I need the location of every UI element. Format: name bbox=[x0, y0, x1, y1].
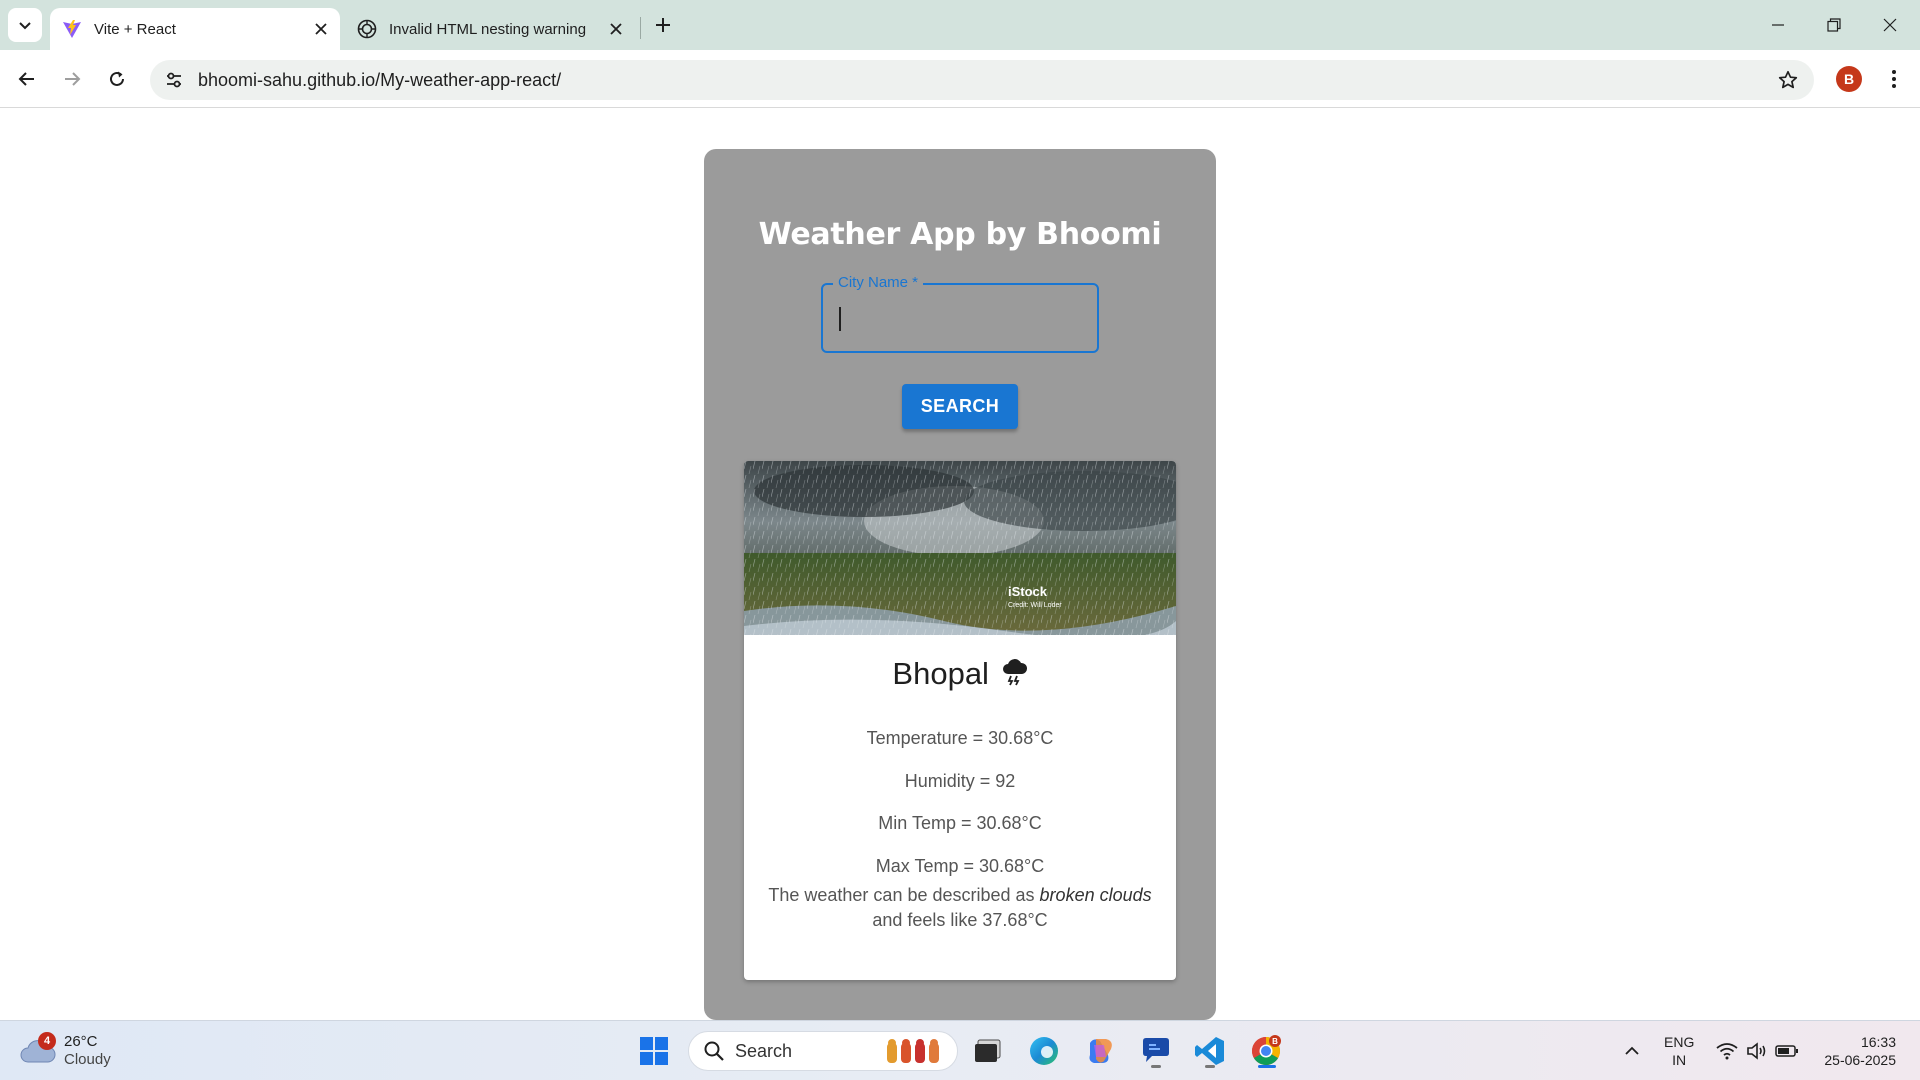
cloud-icon: 4 bbox=[20, 1032, 56, 1066]
description-condition: broken clouds bbox=[1039, 885, 1152, 905]
running-indicator bbox=[1151, 1065, 1161, 1068]
task-view-icon bbox=[975, 1039, 1001, 1062]
temperature-text: Temperature = 30.68°C bbox=[866, 728, 1054, 748]
description-prefix: The weather can be described as bbox=[768, 885, 1040, 905]
taskbar-condition: Cloudy bbox=[64, 1051, 111, 1068]
humidity-text: Humidity = 92 bbox=[904, 771, 1016, 791]
chevron-down-icon bbox=[19, 22, 31, 30]
chevron-up-icon bbox=[1625, 1046, 1639, 1055]
task-view-button[interactable] bbox=[968, 1031, 1008, 1071]
url-text: bhoomi-sahu.github.io/My-weather-app-rea… bbox=[198, 69, 562, 90]
taskbar-vscode[interactable] bbox=[1190, 1031, 1230, 1071]
city-name-label: City Name * bbox=[833, 274, 924, 291]
weather-description: The weather can be described as broken c… bbox=[764, 883, 1156, 933]
weather-image: iStock Credit: Will Loder bbox=[744, 461, 1176, 635]
chat-icon bbox=[1143, 1038, 1169, 1062]
close-tab-icon[interactable] bbox=[308, 16, 334, 42]
tab-invalid-html-nesting[interactable]: Invalid HTML nesting warning bbox=[345, 8, 635, 50]
running-indicator bbox=[1205, 1065, 1215, 1068]
tab-title: Vite + React bbox=[94, 20, 176, 38]
tab-title: Invalid HTML nesting warning bbox=[389, 20, 587, 38]
close-window-button[interactable] bbox=[1862, 0, 1918, 50]
istock-watermark: iStock bbox=[1008, 584, 1048, 599]
battery-icon[interactable] bbox=[1775, 1039, 1799, 1063]
city-name: Bhopal bbox=[892, 656, 989, 691]
windows-taskbar: 4 26°C Cloudy Search B ENG IN 16:33 25-0… bbox=[0, 1020, 1920, 1080]
weather-info-card: iStock Credit: Will Loder Bhopal Tempera… bbox=[744, 461, 1176, 980]
search-highlight-icon bbox=[887, 1039, 939, 1063]
more-vert-icon bbox=[1892, 70, 1896, 88]
svg-text:B: B bbox=[1272, 1037, 1278, 1046]
windows-icon bbox=[640, 1037, 668, 1065]
forward-button[interactable] bbox=[54, 61, 90, 97]
restore-icon bbox=[1827, 18, 1841, 32]
taskbar-clock[interactable]: 16:33 25-06-2025 bbox=[1814, 1033, 1896, 1069]
vite-icon bbox=[62, 19, 82, 39]
arrow-right-icon bbox=[65, 72, 81, 86]
taskbar-chrome[interactable]: B bbox=[1246, 1031, 1286, 1071]
taskbar-search-box[interactable]: Search bbox=[688, 1031, 958, 1071]
taskbar-edge[interactable] bbox=[1024, 1031, 1064, 1071]
chatgpt-icon bbox=[357, 19, 377, 39]
close-icon bbox=[1883, 18, 1897, 32]
chrome-icon: B bbox=[1252, 1035, 1281, 1065]
profile-avatar[interactable]: B bbox=[1836, 66, 1862, 92]
reload-icon bbox=[110, 71, 124, 86]
start-button[interactable] bbox=[634, 1031, 674, 1071]
new-tab-button[interactable] bbox=[648, 10, 678, 40]
minimize-button[interactable] bbox=[1750, 0, 1806, 50]
weather-app-container: Weather App by Bhoomi City Name * SEARCH bbox=[704, 149, 1216, 1020]
minimize-icon bbox=[1772, 24, 1784, 26]
close-tab-icon[interactable] bbox=[603, 16, 629, 42]
arrow-left-icon bbox=[18, 72, 34, 86]
copilot-icon bbox=[1089, 1039, 1112, 1063]
taskbar-copilot[interactable] bbox=[1080, 1031, 1120, 1071]
taskbar-weather-widget[interactable]: 4 26°C Cloudy bbox=[20, 1031, 111, 1071]
site-info-icon[interactable] bbox=[154, 60, 194, 100]
notification-badge: 4 bbox=[38, 1032, 56, 1050]
clock-time: 16:33 bbox=[1860, 1034, 1896, 1050]
clock-date: 25-06-2025 bbox=[1824, 1052, 1896, 1068]
browser-toolbar: bhoomi-sahu.github.io/My-weather-app-rea… bbox=[0, 50, 1920, 108]
taskbar-teams-chat[interactable] bbox=[1136, 1031, 1176, 1071]
volume-icon[interactable] bbox=[1745, 1039, 1769, 1063]
address-bar[interactable]: bhoomi-sahu.github.io/My-weather-app-rea… bbox=[150, 60, 1814, 100]
city-name-field[interactable]: City Name * bbox=[821, 274, 1099, 353]
bookmark-star-icon[interactable] bbox=[1768, 60, 1808, 100]
plus-icon bbox=[656, 18, 670, 32]
language-indicator[interactable]: ENG IN bbox=[1664, 1033, 1694, 1069]
page-title: Weather App by Bhoomi bbox=[758, 217, 1162, 252]
language-code: ENG bbox=[1664, 1034, 1695, 1050]
city-heading: Bhopal bbox=[744, 656, 1176, 692]
tab-separator bbox=[640, 17, 641, 39]
image-credit: Credit: Will Loder bbox=[1008, 602, 1062, 609]
vscode-icon bbox=[1195, 1037, 1224, 1065]
show-hidden-icons-button[interactable] bbox=[1620, 1039, 1644, 1063]
wifi-icon[interactable] bbox=[1715, 1039, 1739, 1063]
search-icon bbox=[704, 1041, 724, 1061]
taskbar-temp: 26°C bbox=[64, 1033, 98, 1050]
min-temp-text: Min Temp = 30.68°C bbox=[878, 813, 1042, 833]
back-button[interactable] bbox=[9, 61, 45, 97]
restore-button[interactable] bbox=[1806, 0, 1862, 50]
thunderstorm-icon bbox=[1002, 659, 1027, 686]
max-temp-text: Max Temp = 30.68°C bbox=[875, 856, 1045, 876]
tab-search-button[interactable] bbox=[8, 8, 42, 42]
search-button[interactable]: SEARCH bbox=[902, 384, 1018, 429]
description-suffix: and feels like 37.68°C bbox=[872, 910, 1048, 930]
menu-button[interactable] bbox=[1878, 63, 1910, 95]
region-code: IN bbox=[1672, 1052, 1687, 1068]
reload-button[interactable] bbox=[99, 61, 135, 97]
tab-strip: Vite + React Invalid HTML nesting warnin… bbox=[0, 0, 1920, 50]
text-cursor bbox=[839, 307, 841, 331]
edge-icon bbox=[1030, 1037, 1058, 1065]
taskbar-search-placeholder: Search bbox=[735, 1040, 793, 1061]
tab-vite-react[interactable]: Vite + React bbox=[50, 8, 340, 50]
active-indicator bbox=[1258, 1065, 1276, 1068]
